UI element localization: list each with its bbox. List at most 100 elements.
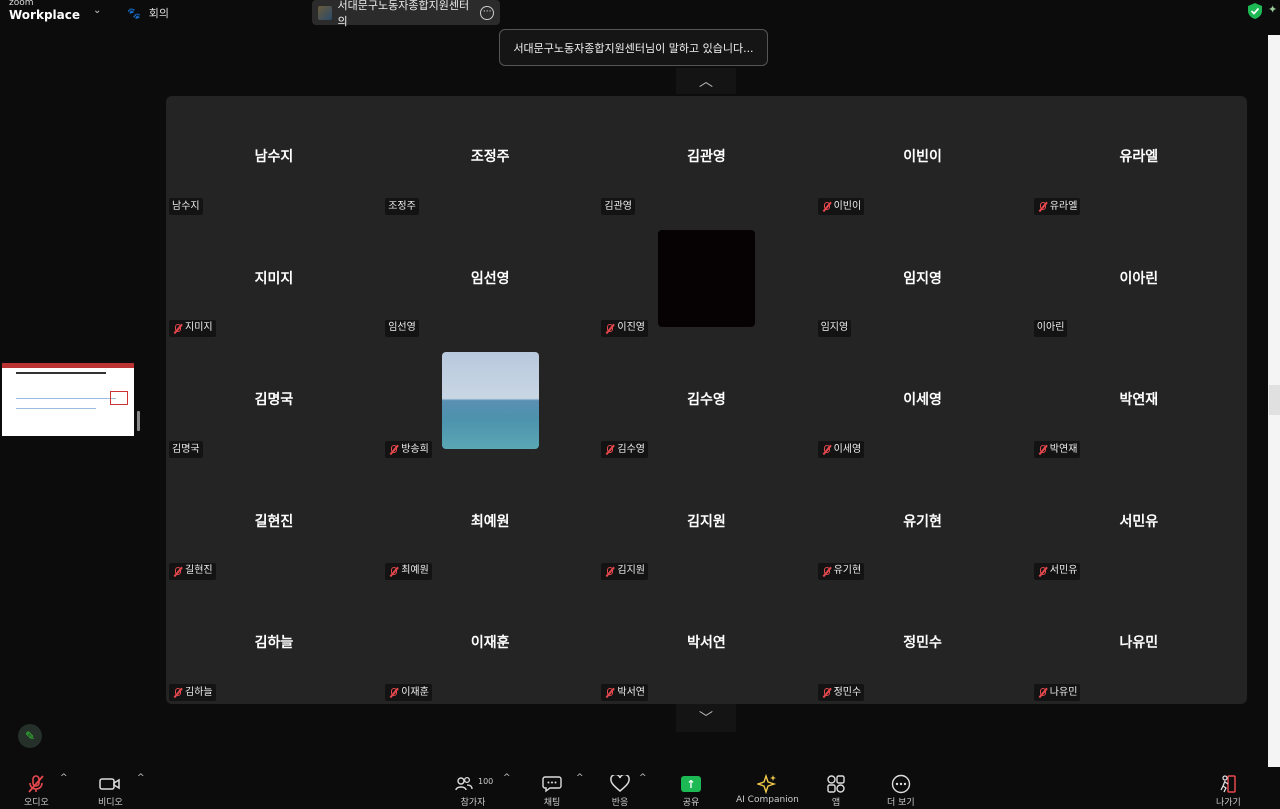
participant-tag-label: 박서연 — [617, 686, 645, 698]
participant-name-tag: 길현진 — [169, 562, 216, 580]
logo-big-text: Workplace — [9, 8, 81, 22]
muted-microphone-icon — [604, 444, 614, 455]
right-edge-panel — [1268, 35, 1280, 775]
participant-tag-label: 김하늘 — [185, 686, 213, 698]
participant-tile[interactable]: 유라엘 유라엘 — [1031, 96, 1247, 218]
top-extra-icon[interactable]: ✦ — [1268, 3, 1277, 16]
participant-tag-label: 정민수 — [833, 686, 862, 698]
participant-tag-label: 길현진 — [185, 565, 213, 577]
leave-button[interactable]: 나가기 — [1216, 773, 1241, 808]
participant-name-tag: 지미지 — [169, 319, 216, 337]
video-button[interactable]: 비디오 — [98, 773, 123, 808]
participant-tile[interactable]: 지미지 지미지 — [166, 218, 382, 340]
participant-display-name: 김관영 — [687, 149, 726, 165]
participant-tile[interactable]: 김지원 김지원 — [598, 461, 814, 583]
share-button[interactable]: ↑ 공유 — [681, 773, 701, 808]
participant-tile[interactable]: 이빈이 이빈이 — [815, 96, 1031, 218]
more-options-icon[interactable]: ··· — [480, 5, 494, 20]
participant-display-name: 김하늘 — [254, 635, 294, 652]
participant-display-name: 최예원 — [470, 513, 510, 530]
participant-tag-label: 남수지 — [172, 200, 200, 212]
reactions-options-caret[interactable]: ^ — [639, 773, 647, 783]
participant-tile[interactable]: 박연재 박연재 — [1031, 339, 1247, 461]
gallery-next-page-button[interactable]: ﹀ — [676, 704, 736, 732]
participants-options-caret[interactable]: ^ — [503, 773, 511, 783]
ai-companion-button[interactable]: AI Companion — [736, 773, 799, 805]
participant-tile[interactable]: 남수지 남수지 — [166, 96, 382, 218]
muted-microphone-icon — [1037, 566, 1047, 577]
participant-tile[interactable]: 박서연 박서연 — [598, 582, 814, 704]
participant-tag-label: 이세영 — [833, 443, 862, 455]
reactions-button[interactable]: 반응 — [610, 773, 630, 808]
participants-button[interactable]: 100 참가자 — [451, 773, 495, 808]
participant-tile[interactable]: 임선영 임선영 — [382, 218, 598, 340]
thumbnail-resize-handle[interactable] — [137, 411, 140, 431]
participant-display-name: 유기현 — [903, 513, 942, 530]
more-button[interactable]: 더 보기 — [887, 773, 915, 808]
participant-tile[interactable]: 이세영 이세영 — [815, 339, 1031, 461]
meeting-title-tab[interactable]: 서대문구노동자종합지원센터의 ··· — [312, 0, 500, 28]
participant-video-dark — [658, 229, 756, 327]
participant-display-name: 나유민 — [1119, 635, 1159, 652]
muted-microphone-icon — [172, 566, 182, 577]
participant-tile[interactable]: 이아린 이아린 — [1031, 218, 1247, 340]
participant-name-tag: 이세영 — [817, 441, 865, 459]
right-edge-scroll[interactable] — [1269, 385, 1280, 415]
participant-name-tag: 이빈이 — [817, 198, 865, 215]
participant-name-tag: 서민유 — [1033, 562, 1081, 580]
pencil-icon[interactable]: ✎ — [18, 724, 42, 748]
participant-display-name: 정민수 — [903, 635, 942, 652]
participant-tag-label: 김수영 — [617, 443, 645, 455]
participant-tag-label: 임지영 — [820, 322, 849, 334]
participant-tile[interactable]: 김하늘 김하늘 — [166, 582, 382, 704]
muted-microphone-icon — [172, 687, 182, 698]
participant-tag-label: 김관영 — [604, 200, 632, 212]
chat-options-caret[interactable]: ^ — [576, 773, 584, 783]
participant-tile[interactable]: 김명국 김명국 — [166, 339, 382, 461]
audio-button[interactable]: 오디오 — [24, 773, 49, 808]
meeting-menu-button[interactable]: 🐾 회의 — [127, 5, 169, 21]
participant-name-tag: 임선영 — [385, 319, 419, 337]
muted-microphone-icon — [604, 687, 614, 698]
shared-screen-thumbnail[interactable] — [2, 363, 134, 436]
participant-display-name: 길현진 — [254, 513, 294, 530]
participant-tile[interactable]: 서민유 서민유 — [1031, 461, 1247, 583]
participant-tile[interactable]: 길현진 길현진 — [166, 461, 382, 583]
participant-tile[interactable]: 유기현 유기현 — [815, 461, 1031, 583]
participant-display-name: 임선영 — [470, 270, 510, 287]
participant-tile[interactable]: 김수영 김수영 — [598, 339, 814, 461]
gallery-prev-page-button[interactable]: ︿ — [676, 68, 736, 94]
participant-tile[interactable]: 나유민 나유민 — [1031, 582, 1247, 704]
participant-tag-label: 조정주 — [388, 200, 416, 212]
participant-tile[interactable]: 임지영 임지영 — [815, 218, 1031, 340]
audio-options-caret[interactable]: ^ — [60, 773, 68, 783]
zoom-workplace-logo: zoom Workplace — [9, 0, 80, 21]
participant-tile[interactable]: 이재훈 이재훈 — [382, 582, 598, 704]
reactions-label: 반응 — [611, 798, 629, 808]
participant-tile[interactable]: 조정주 조정주 — [382, 96, 598, 218]
security-shield-icon[interactable] — [1247, 2, 1263, 20]
participant-tile[interactable]: 정민수 정민수 — [815, 582, 1031, 704]
participant-name-tag: 이재훈 — [385, 684, 432, 702]
participant-tile[interactable]: 방송희 — [382, 339, 598, 461]
chat-button[interactable]: 채팅 — [542, 773, 562, 808]
participant-display-name: 박서연 — [687, 635, 726, 652]
participant-display-name: 이빈이 — [903, 149, 942, 165]
participant-name-tag: 정민수 — [817, 684, 865, 702]
apps-button[interactable]: 앱 — [826, 773, 846, 808]
participant-tag-label: 김명국 — [172, 443, 200, 455]
logo-small-text: zoom — [9, 0, 34, 8]
participant-tag-label: 김지원 — [617, 565, 645, 577]
chevron-down-icon[interactable]: ⌄ — [93, 5, 101, 16]
participant-name-tag: 김수영 — [601, 441, 648, 459]
more-icon — [891, 774, 911, 794]
leave-icon — [1220, 775, 1237, 793]
participant-tile[interactable]: 김관영 김관영 — [598, 96, 814, 218]
participant-tile[interactable]: 이진영 — [598, 218, 814, 340]
participant-tile[interactable]: 최예원 최예원 — [382, 461, 598, 583]
participant-name-tag: 이진영 — [601, 319, 648, 337]
participant-tag-label: 최예원 — [401, 565, 429, 577]
participant-name-tag: 박연재 — [1033, 441, 1081, 459]
camera-icon — [99, 778, 121, 790]
video-options-caret[interactable]: ^ — [137, 773, 145, 783]
